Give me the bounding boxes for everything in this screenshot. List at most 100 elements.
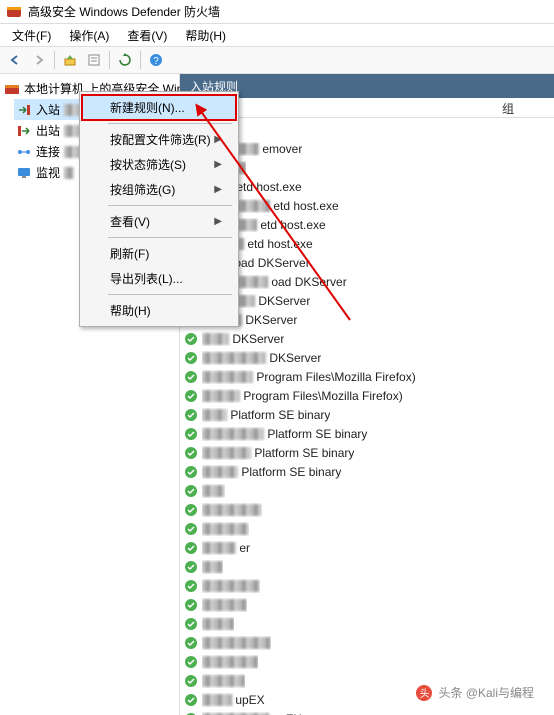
mosaic — [202, 333, 229, 345]
menu-action[interactable]: 操作(A) — [61, 25, 117, 46]
rule-name: DKServer — [202, 332, 284, 346]
app-icon — [184, 560, 198, 574]
ctx-filter-group[interactable]: 按组筛选(G) ▶ — [82, 177, 236, 202]
toolbar-help[interactable]: ? — [145, 49, 167, 71]
allow-icon — [184, 503, 198, 517]
rule-row[interactable]: Platform SE binary — [180, 424, 554, 443]
toolbar-refresh[interactable] — [114, 49, 136, 71]
mosaic — [202, 352, 266, 364]
mosaic — [202, 656, 258, 668]
rule-row[interactable] — [180, 519, 554, 538]
toolbar-up[interactable] — [59, 49, 81, 71]
toolbar-separator — [109, 51, 110, 69]
mosaic — [202, 561, 223, 573]
firewall-icon — [4, 81, 20, 97]
connsec-icon — [16, 144, 32, 160]
toolbar-separator — [54, 51, 55, 69]
app-icon — [184, 712, 198, 715]
rule-row[interactable]: Platform SE binary — [180, 462, 554, 481]
toolbar-separator — [140, 51, 141, 69]
rule-row[interactable] — [180, 557, 554, 576]
mosaic — [202, 618, 234, 630]
rule-name — [202, 617, 234, 631]
rule-row[interactable]: upEX — [180, 709, 554, 715]
ctx-refresh[interactable]: 刷新(F) — [82, 241, 236, 266]
rule-name — [202, 560, 223, 574]
rule-row[interactable]: DKServer — [180, 329, 554, 348]
ctx-label: 导出列表(L)... — [110, 270, 183, 287]
tree-node-label: 入站 — [36, 101, 60, 118]
mosaic — [202, 580, 260, 592]
column-header-group[interactable]: 组 — [502, 102, 514, 116]
app-icon — [184, 655, 198, 669]
watermark-text: 头条 @Kali与编程 — [438, 684, 534, 701]
rule-row[interactable] — [180, 633, 554, 652]
rule-name: Platform SE binary — [202, 446, 354, 460]
rule-name — [202, 655, 258, 669]
toolbar-forward[interactable] — [28, 49, 50, 71]
rule-row[interactable] — [180, 481, 554, 500]
app-icon — [184, 484, 198, 498]
context-menu: 新建规则(N)... 按配置文件筛选(R) ▶ 按状态筛选(S) ▶ 按组筛选(… — [79, 91, 239, 327]
rule-row[interactable]: er — [180, 538, 554, 557]
rule-row[interactable] — [180, 595, 554, 614]
menu-view[interactable]: 查看(V) — [119, 25, 175, 46]
rule-row[interactable] — [180, 500, 554, 519]
ctx-separator — [108, 205, 232, 206]
window-title: 高级安全 Windows Defender 防火墙 — [28, 3, 220, 20]
ctx-label: 按组筛选(G) — [110, 181, 175, 198]
app-icon — [184, 465, 198, 479]
rule-name: Platform SE binary — [202, 427, 367, 441]
rule-row[interactable]: DKServer — [180, 348, 554, 367]
inbound-icon — [16, 102, 32, 118]
ctx-label: 按配置文件筛选(R) — [110, 131, 211, 148]
app-icon — [184, 636, 198, 650]
ctx-new-rule[interactable]: 新建规则(N)... — [82, 95, 236, 120]
app-icon — [184, 332, 198, 346]
ctx-help[interactable]: 帮助(H) — [82, 298, 236, 323]
mosaic — [202, 637, 271, 649]
chevron-right-icon: ▶ — [214, 184, 222, 195]
rule-name: DKServer — [202, 351, 321, 365]
toolbar-back[interactable] — [4, 49, 26, 71]
rule-name — [202, 503, 262, 517]
rule-name — [202, 598, 247, 612]
mosaic — [202, 694, 232, 706]
rule-name: Platform SE binary — [202, 408, 330, 422]
rule-row[interactable]: Program Files\Mozilla Firefox) — [180, 367, 554, 386]
mosaic — [202, 371, 253, 383]
app-icon — [184, 408, 198, 422]
tree-node-label: 连接 — [36, 143, 60, 160]
ctx-label: 查看(V) — [110, 213, 150, 230]
rule-row[interactable]: Platform SE binary — [180, 405, 554, 424]
rule-row[interactable] — [180, 614, 554, 633]
rule-name — [202, 522, 249, 536]
ctx-filter-state[interactable]: 按状态筛选(S) ▶ — [82, 152, 236, 177]
toolbar-props[interactable] — [83, 49, 105, 71]
ctx-filter-profile[interactable]: 按配置文件筛选(R) ▶ — [82, 127, 236, 152]
menubar: 文件(F) 操作(A) 查看(V) 帮助(H) — [0, 24, 554, 46]
tree-node-label: 出站 — [36, 122, 60, 139]
rule-name: Program Files\Mozilla Firefox) — [202, 370, 416, 384]
mosaic — [202, 447, 251, 459]
rule-name — [202, 636, 271, 650]
rule-name: Platform SE binary — [202, 465, 341, 479]
rule-row[interactable] — [180, 652, 554, 671]
menu-file[interactable]: 文件(F) — [4, 25, 59, 46]
rule-row[interactable]: Platform SE binary — [180, 443, 554, 462]
menu-help[interactable]: 帮助(H) — [177, 25, 234, 46]
ctx-view[interactable]: 查看(V) ▶ — [82, 209, 236, 234]
rule-row[interactable] — [180, 576, 554, 595]
rule-row[interactable]: Program Files\Mozilla Firefox) — [180, 386, 554, 405]
tree-node-label: 监视 — [36, 164, 60, 181]
rule-name — [202, 484, 225, 498]
mosaic — [202, 409, 227, 421]
rule-name: er — [202, 541, 250, 555]
ctx-separator — [108, 123, 232, 124]
mosaic — [202, 675, 245, 687]
ctx-export-list[interactable]: 导出列表(L)... — [82, 266, 236, 291]
mosaic — [202, 599, 247, 611]
app-icon — [184, 617, 198, 631]
toolbar: ? — [0, 46, 554, 74]
mosaic — [64, 167, 74, 179]
